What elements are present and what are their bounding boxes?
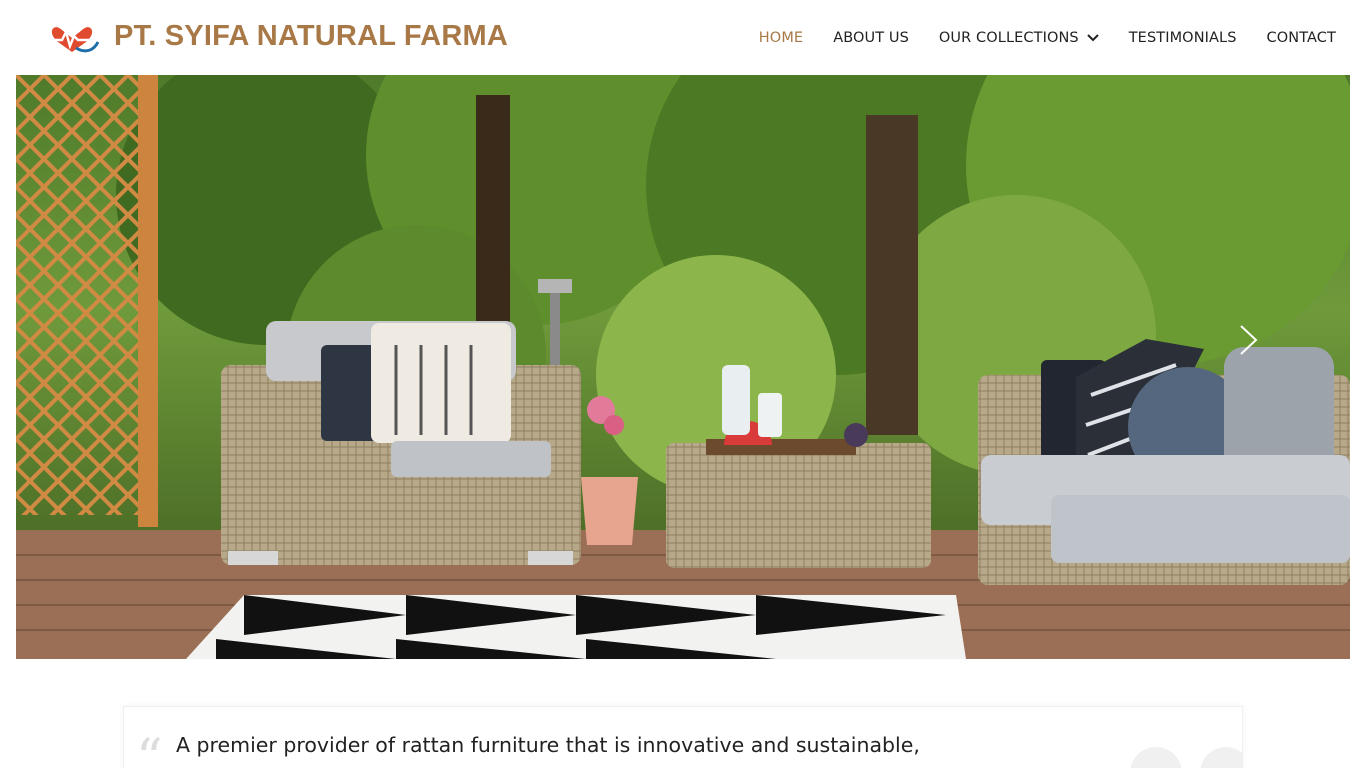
nav-about-us[interactable]: ABOUT US	[833, 30, 909, 46]
nav-about-label: ABOUT US	[833, 30, 909, 46]
nav-home[interactable]: HOME	[759, 30, 803, 46]
chevron-right-icon[interactable]	[1238, 323, 1260, 357]
hero-slider	[16, 75, 1350, 659]
close-quote-icon	[1130, 747, 1242, 768]
nav-our-collections[interactable]: OUR COLLECTIONS	[939, 30, 1099, 46]
brand-name[interactable]: PT. SYIFA NATURAL FARMA	[114, 20, 508, 53]
nav-contact[interactable]: CONTACT	[1267, 30, 1336, 46]
nav-testimonials-label: TESTIMONIALS	[1128, 30, 1237, 46]
nav-home-label: HOME	[758, 30, 804, 46]
main-nav: HOME ABOUT US OUR COLLECTIONS TESTIMONIA…	[729, 27, 1336, 49]
nav-testimonials[interactable]: TESTIMONIALS	[1129, 30, 1237, 46]
heart-pulse-icon[interactable]	[48, 18, 100, 56]
nav-contact-label: CONTACT	[1266, 30, 1336, 46]
site-header: PT. SYIFA NATURAL FARMA HOME ABOUT US OU…	[0, 0, 1366, 75]
intro-quote-text: A premier provider of rattan furniture t…	[176, 733, 920, 757]
intro-quote-card: “ A premier provider of rattan furniture…	[123, 706, 1243, 768]
chevron-down-icon	[1087, 34, 1099, 42]
rattan-patio-furniture-photo	[16, 75, 1350, 659]
open-quote-icon: “	[136, 729, 163, 768]
nav-collections-label: OUR COLLECTIONS	[938, 30, 1079, 46]
